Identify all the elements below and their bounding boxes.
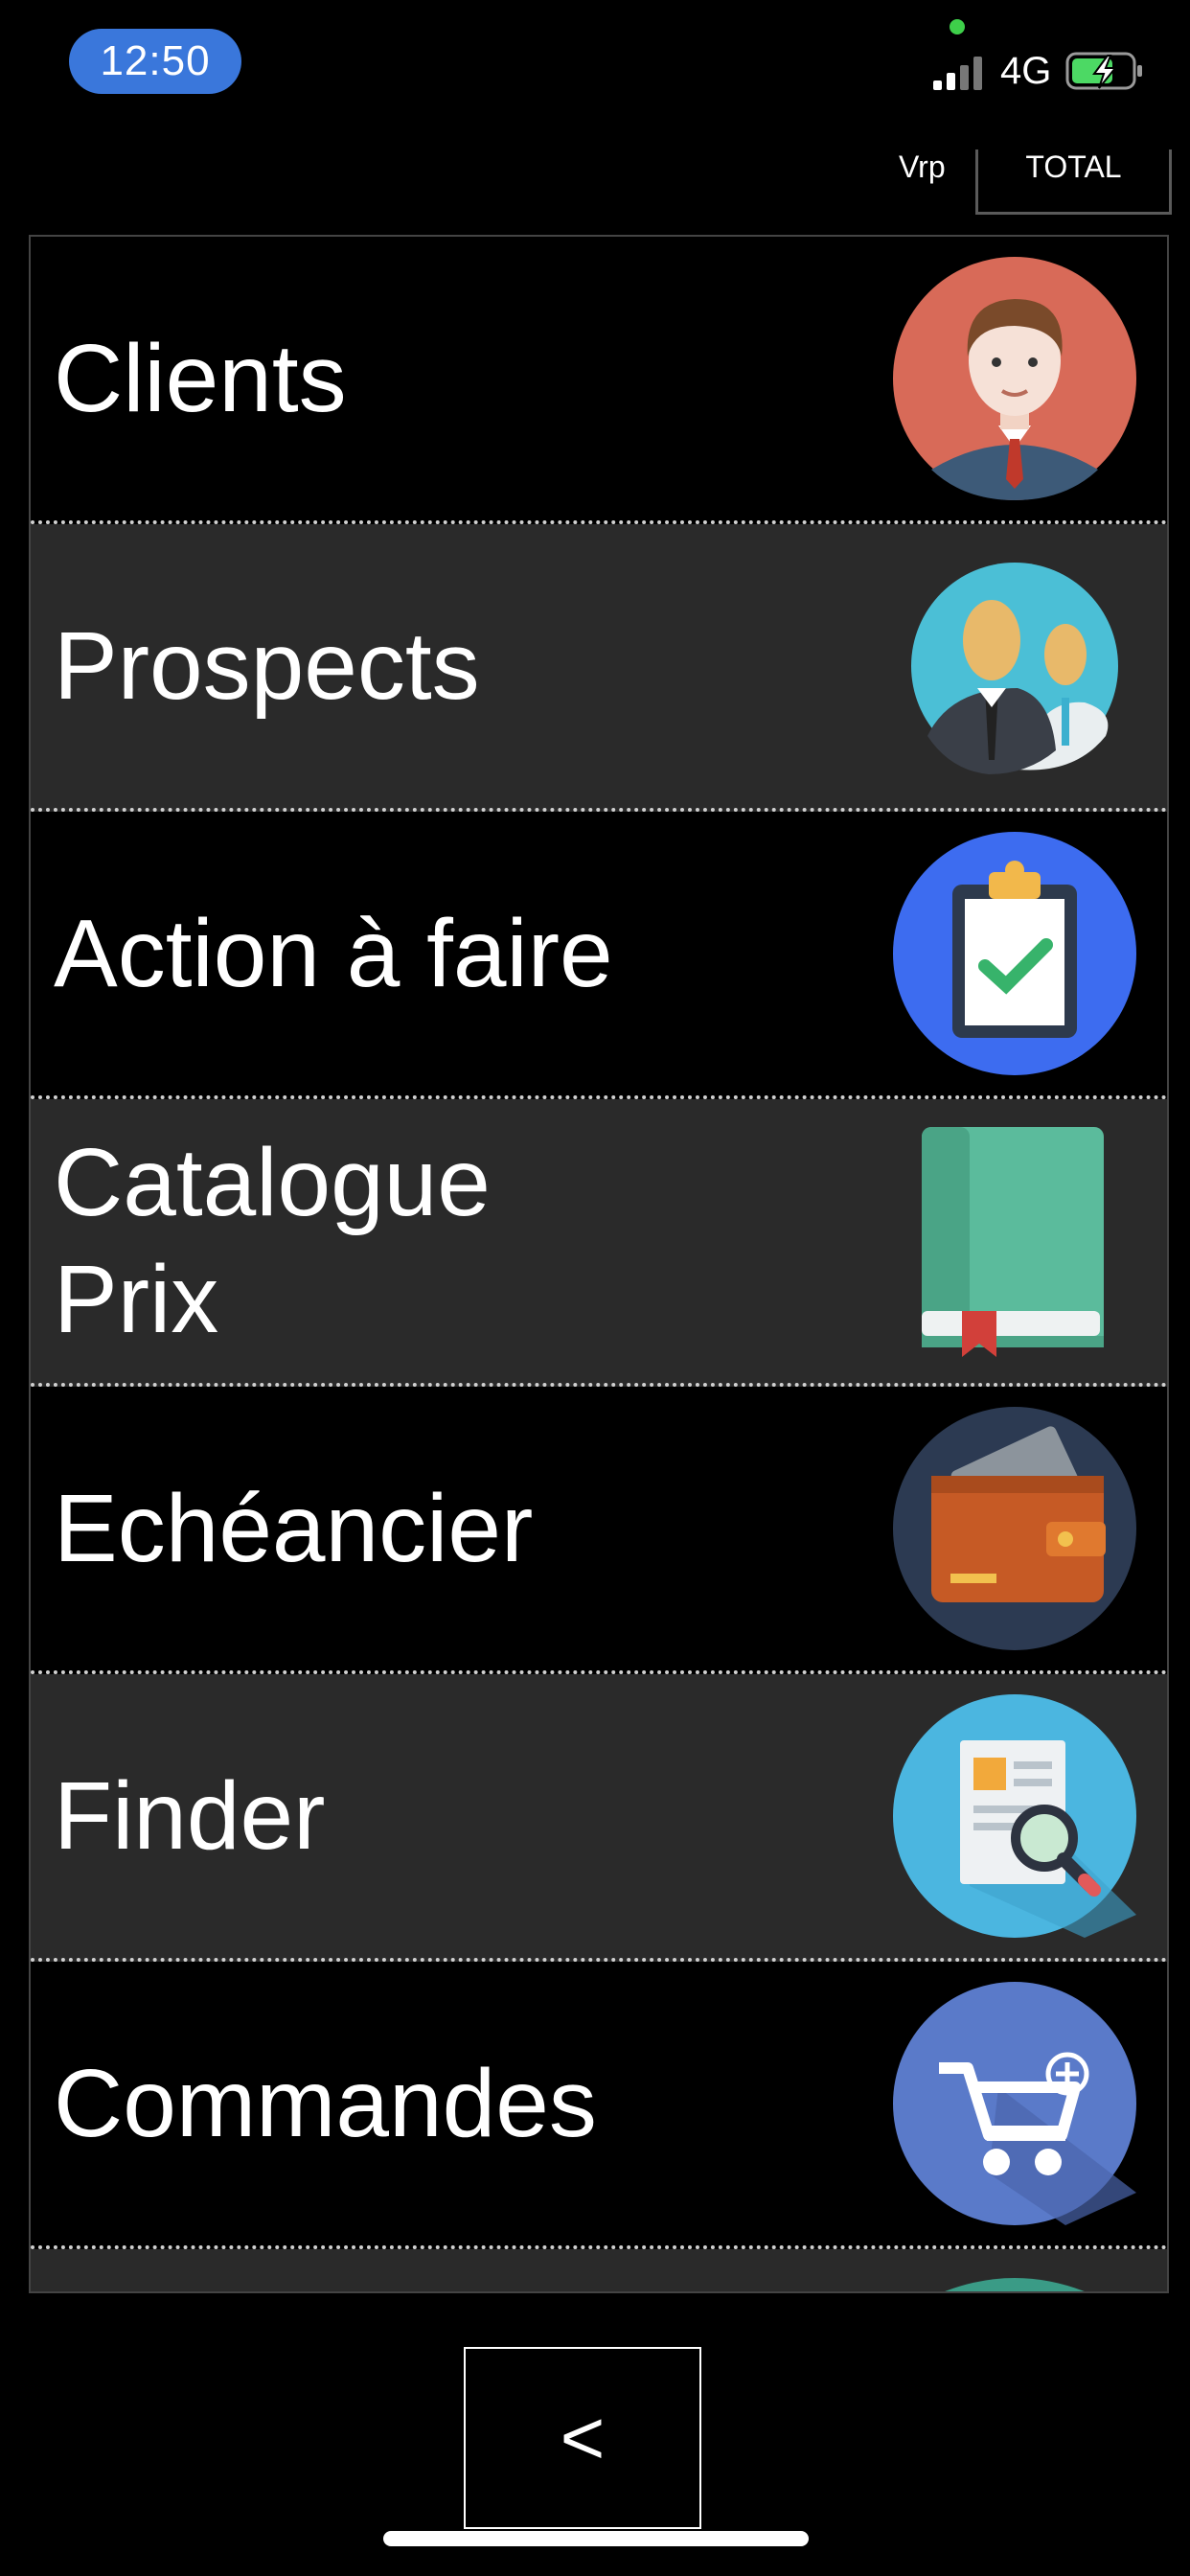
cart-add-icon	[893, 1982, 1136, 2225]
home-indicator[interactable]	[383, 2531, 809, 2546]
prospects-people-icon	[911, 563, 1118, 774]
menu-item-label: Catalogue Prix	[54, 1129, 491, 1353]
menu-item-catalogue-prix[interactable]: Catalogue Prix	[31, 1099, 1167, 1387]
status-time: 12:50	[69, 29, 241, 94]
menu-item-clients[interactable]: Clients	[31, 237, 1167, 524]
main-menu-list: Clients Prospects Action à faire Catalog…	[29, 235, 1169, 2293]
menu-item-label: Prospects	[54, 612, 480, 720]
menu-item-label: Finder	[54, 1762, 326, 1870]
menu-item-partial[interactable]	[31, 2249, 1167, 2291]
menu-item-action-a-faire[interactable]: Action à faire	[31, 812, 1167, 1099]
back-button[interactable]: <	[464, 2347, 701, 2529]
tab-vrp[interactable]: Vrp	[899, 150, 946, 185]
client-avatar-icon	[893, 257, 1136, 500]
book-icon	[922, 1127, 1104, 1357]
signal-icon	[933, 57, 982, 90]
wallet-icon	[893, 1407, 1136, 1650]
menu-item-prospects[interactable]: Prospects	[31, 524, 1167, 812]
partial-icon	[945, 2278, 1085, 2291]
menu-item-finder[interactable]: Finder	[31, 1674, 1167, 1962]
menu-item-label: Action à faire	[54, 900, 613, 1007]
menu-item-label: Commandes	[54, 2050, 597, 2157]
battery-charging-icon	[1065, 52, 1142, 90]
network-type: 4G	[1000, 50, 1052, 92]
menu-item-label: Echéancier	[54, 1475, 534, 1582]
menu-item-echeancier[interactable]: Echéancier	[31, 1387, 1167, 1674]
menu-item-commandes[interactable]: Commandes	[31, 1962, 1167, 2249]
document-search-icon	[893, 1694, 1136, 1938]
privacy-indicator-dot	[950, 19, 965, 34]
tab-total[interactable]: TOTAL	[975, 150, 1172, 215]
menu-item-label: Clients	[54, 325, 347, 432]
clipboard-check-icon	[893, 832, 1136, 1075]
